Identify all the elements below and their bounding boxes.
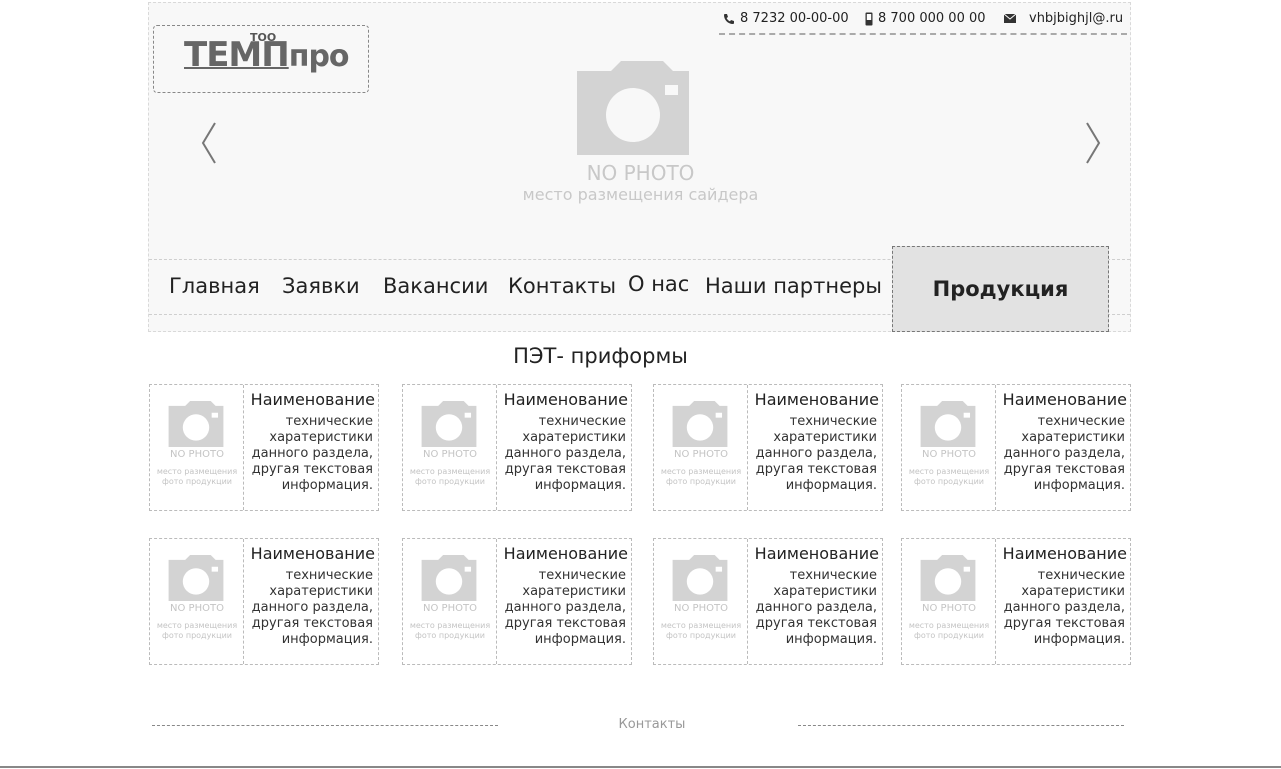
contacts-bar: 8 7232 00-00-00 8 700 000 00 00 vhbjbigh… <box>719 3 1127 35</box>
product-title: Наименование <box>503 544 628 563</box>
product-photo: NO PHOTO место размещения фото продукции <box>654 385 748 510</box>
section-title: ПЭТ- приформы <box>513 344 688 368</box>
product-photo-caption: место размещения фото продукции <box>409 467 491 486</box>
product-title: Наименование <box>754 544 879 563</box>
product-description: технические харатеристики данного раздел… <box>504 414 626 493</box>
logo-text-main: ТЕМП <box>184 35 290 75</box>
mobile-icon <box>865 12 873 25</box>
contact-phone: 8 7232 00-00-00 <box>723 11 849 26</box>
product-title: Наименование <box>250 544 375 563</box>
product-photo: NO PHOTO место размещения фото продукции <box>902 539 996 664</box>
contact-mobile: 8 700 000 00 00 <box>865 11 986 26</box>
product-card[interactable]: NO PHOTO место размещения фото продукции… <box>901 384 1131 511</box>
product-photo: NO PHOTO место размещения фото продукции <box>403 539 497 664</box>
logo[interactable]: ТОО ТЕМПпро <box>153 25 369 93</box>
camera-icon <box>672 555 728 601</box>
phone-icon <box>724 13 734 24</box>
product-description: технические харатеристики данного раздел… <box>1003 414 1125 493</box>
product-photo-caption: место размещения фото продукции <box>156 621 238 640</box>
menu-item-vacancies[interactable]: Вакансии <box>383 272 488 300</box>
product-photo: NO PHOTO место размещения фото продукции <box>403 385 497 510</box>
contact-email[interactable]: vhbjbighjl@.ru <box>1004 11 1123 26</box>
camera-icon <box>920 555 976 601</box>
slider-next-arrow-icon[interactable] <box>1083 121 1103 165</box>
camera-icon <box>672 401 728 447</box>
logo-text: ТЕМПпро <box>184 35 350 75</box>
product-title: Наименование <box>1002 390 1127 409</box>
product-card[interactable]: NO PHOTO место размещения фото продукции… <box>901 538 1131 665</box>
product-description: технические харатеристики данного раздел… <box>251 568 373 647</box>
camera-icon <box>577 61 689 155</box>
product-photo-title: NO PHOTO <box>674 603 728 614</box>
slider-placeholder-title: NO PHOTO <box>586 161 695 185</box>
product-description: технические харатеристики данного раздел… <box>755 414 877 493</box>
menu-item-partners[interactable]: Наши партнеры <box>705 272 882 300</box>
camera-icon <box>168 555 224 601</box>
menu-item-about[interactable]: О нас <box>628 270 689 298</box>
product-description: технические харатеристики данного раздел… <box>755 568 877 647</box>
product-photo-title: NO PHOTO <box>170 603 224 614</box>
product-photo-title: NO PHOTO <box>922 449 976 460</box>
slider-placeholder-caption: место размещения сайдера <box>522 185 759 204</box>
menu-item-requests[interactable]: Заявки <box>282 272 360 300</box>
product-title: Наименование <box>250 390 375 409</box>
slider-prev-arrow-icon[interactable] <box>199 121 219 165</box>
footer-divider-left <box>152 725 498 726</box>
camera-icon <box>421 401 477 447</box>
camera-icon <box>168 401 224 447</box>
header: ТОО ТЕМПпро 8 7232 00-00-00 8 700 000 00… <box>148 2 1131 332</box>
product-photo-caption: место размещения фото продукции <box>156 467 238 486</box>
product-description: технические харатеристики данного раздел… <box>504 568 626 647</box>
product-photo: NO PHOTO место размещения фото продукции <box>654 539 748 664</box>
menu-item-home[interactable]: Главная <box>169 272 260 300</box>
menu-item-products[interactable]: Продукция <box>892 246 1109 332</box>
product-title: Наименование <box>1002 544 1127 563</box>
product-photo-caption: место размещения фото продукции <box>908 467 990 486</box>
product-photo-title: NO PHOTO <box>423 603 477 614</box>
camera-icon <box>421 555 477 601</box>
envelope-icon <box>1004 14 1016 23</box>
product-photo: NO PHOTO место размещения фото продукции <box>150 385 244 510</box>
footer-contacts-link[interactable]: Контакты <box>600 717 704 732</box>
contact-phone-text: 8 7232 00-00-00 <box>740 11 849 26</box>
product-photo-title: NO PHOTO <box>674 449 728 460</box>
product-title: Наименование <box>754 390 879 409</box>
product-description: технические харатеристики данного раздел… <box>251 414 373 493</box>
product-card[interactable]: NO PHOTO место размещения фото продукции… <box>402 384 632 511</box>
menu-item-contacts[interactable]: Контакты <box>508 272 616 300</box>
contact-mobile-text: 8 700 000 00 00 <box>878 11 986 26</box>
product-description: технические харатеристики данного раздел… <box>1003 568 1125 647</box>
product-title: Наименование <box>503 390 628 409</box>
product-photo-title: NO PHOTO <box>423 449 477 460</box>
product-photo-caption: место размещения фото продукции <box>660 621 742 640</box>
product-card[interactable]: NO PHOTO место размещения фото продукции… <box>149 384 379 511</box>
product-card[interactable]: NO PHOTO место размещения фото продукции… <box>402 538 632 665</box>
contact-email-text: vhbjbighjl@.ru <box>1029 11 1124 26</box>
footer-divider-right <box>798 725 1124 726</box>
product-card[interactable]: NO PHOTO место размещения фото продукции… <box>149 538 379 665</box>
product-photo: NO PHOTO место размещения фото продукции <box>150 539 244 664</box>
product-photo-caption: место размещения фото продукции <box>908 621 990 640</box>
product-card[interactable]: NO PHOTO место размещения фото продукции… <box>653 538 883 665</box>
product-photo-title: NO PHOTO <box>922 603 976 614</box>
product-photo: NO PHOTO место размещения фото продукции <box>902 385 996 510</box>
product-photo-caption: место размещения фото продукции <box>409 621 491 640</box>
product-photo-caption: место размещения фото продукции <box>660 467 742 486</box>
logo-text-rest: про <box>288 39 350 74</box>
bottom-rule <box>0 766 1281 768</box>
camera-icon <box>920 401 976 447</box>
product-photo-title: NO PHOTO <box>170 449 224 460</box>
product-card[interactable]: NO PHOTO место размещения фото продукции… <box>653 384 883 511</box>
